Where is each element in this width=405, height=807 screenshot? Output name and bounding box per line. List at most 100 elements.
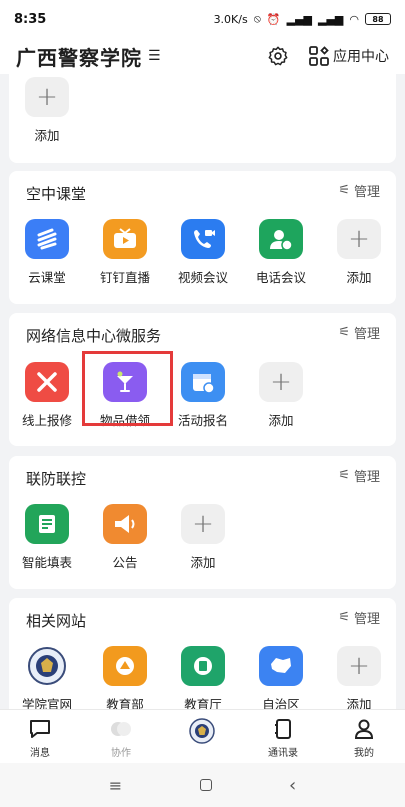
page-title: 广西警察学院 [16,45,142,70]
collaboration-icon [111,722,131,736]
tile-label: 公告 [112,555,138,570]
section-title: 相关网站 [26,612,87,630]
system-nav-bar: ≡ ‹ [0,763,405,807]
site-ministry[interactable]: 教育部 [86,646,164,713]
site-edu-department[interactable]: 教育厅 [164,646,242,713]
section-title: 联防联控 [26,470,87,488]
map-region-icon [259,646,303,686]
plus-icon: + [25,77,69,117]
tools-icon [25,362,69,402]
network-speed: 3.0K/s [213,12,248,26]
app-grid-icon [309,46,329,66]
manage-label: 管理 [353,470,380,485]
home-square-icon[interactable] [199,779,212,791]
status-bar: 8:35 3.0K/s ⦸ ⏰ ▂▄▆ ▂▄▆ ◠ 88 [0,0,405,38]
app-center-label: 应用中心 [333,49,389,65]
police-badge-icon [25,646,69,686]
add-tile[interactable]: + 添加 [320,219,398,286]
contact-call-icon [259,219,303,259]
edu-emblem-icon [103,646,147,686]
plus-icon: + [259,362,303,402]
nav-label: 通讯录 [268,748,298,759]
megaphone-icon [103,504,147,544]
manage-button[interactable]: ⚟ 管理 [338,608,380,627]
app-event-signup[interactable]: 活动报名 [164,362,242,429]
status-icons: 3.0K/s ⦸ ⏰ ▂▄▆ ▂▄▆ ◠ 88 [214,12,391,26]
tile-label: 活动报名 [177,413,228,428]
manage-label: 管理 [353,327,380,342]
tile-label: 线上报修 [21,413,72,428]
tile-label: 添加 [346,270,372,285]
menu-icon[interactable]: ≡ [109,776,122,795]
battery-icon: 88 [365,13,391,25]
card-network-services: 网络信息中心微服务 ⚟ 管理 线上报修 物品借领 活动报名 + 添加 [9,313,396,446]
nav-label: 消息 [30,748,50,759]
plus-icon: + [181,504,225,544]
nav-home[interactable] [172,718,232,748]
app-smart-form[interactable]: 智能填表 [8,504,86,571]
add-tile[interactable]: + 添加 [242,362,320,429]
sliders-icon: ⚟ [338,183,350,198]
tv-play-icon [103,219,147,259]
manage-label: 管理 [353,185,380,200]
calendar-edit-icon [181,362,225,402]
wifi-icon: ◠ [349,12,359,26]
manage-label: 管理 [353,612,380,627]
card-classroom: 空中课堂 ⚟ 管理 云课堂 钉钉直播 视频会议 电话会议 + 添加 [9,171,396,304]
tile-label: 添加 [34,128,60,143]
site-college[interactable]: 学院官网 [8,646,86,713]
highlight-box [82,351,173,426]
sliders-icon: ⚟ [338,610,350,625]
add-tile[interactable]: + 添加 [164,504,242,571]
edu-emblem-icon [181,646,225,686]
manage-button[interactable]: ⚟ 管理 [338,466,380,485]
tile-label: 智能填表 [21,555,72,570]
add-tile[interactable]: + 添加 [320,646,398,713]
add-tile[interactable]: + 添加 [8,77,86,144]
bottom-nav: 消息 协作 通讯录 我的 [0,709,405,763]
video-call-icon [181,219,225,259]
nav-profile[interactable]: 我的 [334,718,394,759]
nav-messages[interactable]: 消息 [10,718,70,759]
app-video-meeting[interactable]: 视频会议 [164,219,242,286]
address-book-icon [275,719,291,739]
nav-label: 协作 [111,748,131,759]
manage-button[interactable]: ⚟ 管理 [338,323,380,342]
police-badge-icon [189,718,215,744]
app-phone-meeting[interactable]: 电话会议 [242,219,320,286]
app-dingtalk-live[interactable]: 钉钉直播 [86,219,164,286]
gear-icon[interactable] [267,45,289,67]
app-online-repair[interactable]: 线上报修 [8,362,86,429]
app-announcement[interactable]: 公告 [86,504,164,571]
app-center-button[interactable]: 应用中心 [309,46,389,66]
app-cloud-classroom[interactable]: 云课堂 [8,219,86,286]
alarm-icon: ⏰ [266,12,281,26]
card-top-partial: + 添加 [9,70,396,163]
tile-label: 添加 [268,413,294,428]
nav-collaboration[interactable]: 协作 [91,718,151,759]
mute-icon: ⦸ [253,12,261,25]
sliders-icon: ⚟ [338,468,350,483]
tile-label: 云课堂 [28,270,66,285]
tile-label: 电话会议 [255,270,306,285]
tile-label: 视频会议 [177,270,228,285]
signal-icon-2: ▂▄▆ [318,12,344,26]
nav-label: 我的 [354,748,374,759]
tile-label: 添加 [190,555,216,570]
nav-contacts[interactable]: 通讯录 [253,718,313,759]
section-title: 网络信息中心微服务 [26,327,162,345]
card-joint-defense: 联防联控 ⚟ 管理 智能填表 公告 + 添加 [9,456,396,589]
chat-bubble-icon [30,720,50,738]
plus-icon: + [337,219,381,259]
section-title: 空中课堂 [26,185,87,203]
tile-label: 钉钉直播 [99,270,150,285]
app-header: 广西警察学院 ☰ 应用中心 [0,38,405,74]
manage-button[interactable]: ⚟ 管理 [338,181,380,200]
switch-icon[interactable]: ☰ [148,48,161,64]
status-time: 8:35 [14,11,47,27]
plus-icon: + [337,646,381,686]
card-related-sites: 相关网站 ⚟ 管理 学院官网 教育部 教育厅 自治区 + 添加 [9,598,396,713]
signal-icon: ▂▄▆ [286,12,312,26]
back-chevron-icon[interactable]: ‹ [289,775,296,796]
site-autonomous-region[interactable]: 自治区 [242,646,320,713]
